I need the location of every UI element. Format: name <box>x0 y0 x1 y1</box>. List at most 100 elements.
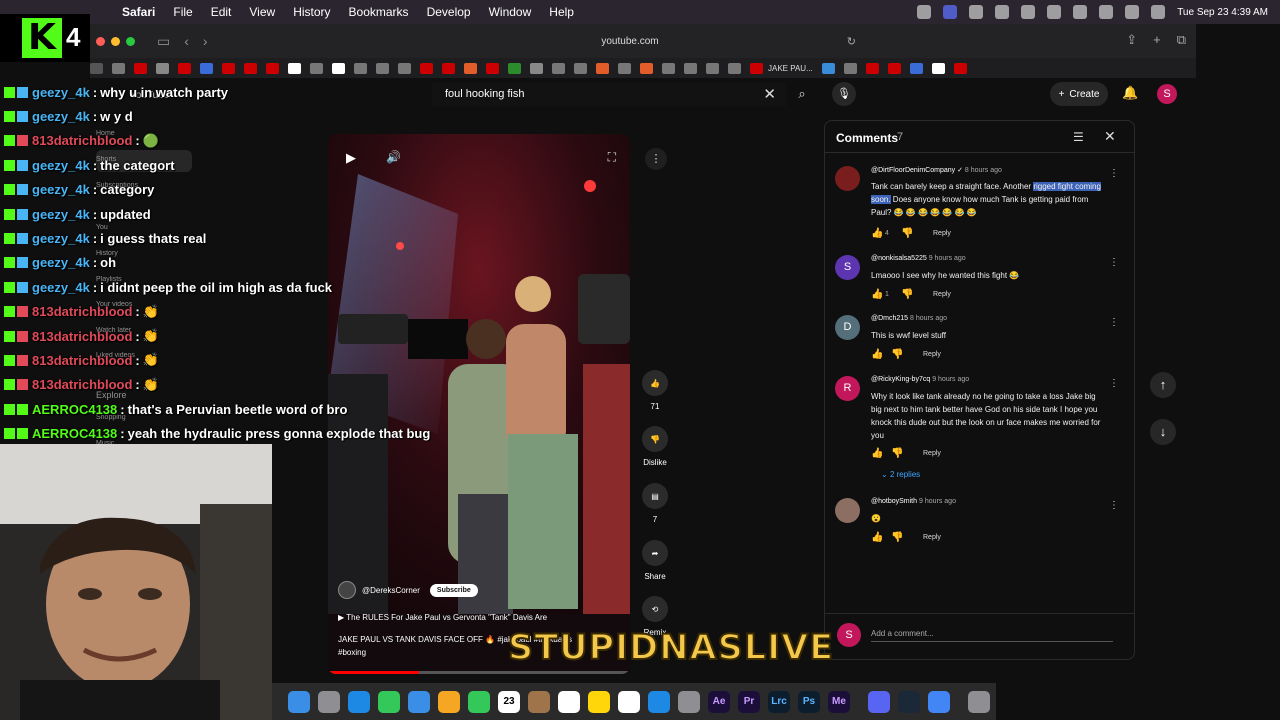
favorite-icon[interactable] <box>464 62 477 74</box>
close-window-button[interactable] <box>96 36 105 46</box>
dock-photos-icon[interactable] <box>438 690 460 713</box>
status-icon[interactable] <box>995 5 1010 19</box>
favorite-icon[interactable] <box>865 62 879 74</box>
forward-icon[interactable]: › <box>203 33 208 49</box>
favorite-icon[interactable] <box>706 62 719 74</box>
favorite-icon[interactable] <box>843 62 857 74</box>
favorite-icon[interactable] <box>244 62 257 74</box>
dock-media-encoder-icon[interactable]: Me <box>828 690 850 713</box>
favorite-icon[interactable] <box>662 62 675 74</box>
menu-file[interactable]: File <box>173 5 192 19</box>
reply-button[interactable]: Reply <box>933 230 951 237</box>
battery-icon[interactable] <box>1073 5 1088 19</box>
clear-search-icon[interactable]: ✕ <box>763 85 776 103</box>
favorite-icon[interactable] <box>618 62 631 74</box>
menu-bookmarks[interactable]: Bookmarks <box>349 5 409 19</box>
favorite-icon[interactable] <box>486 62 499 74</box>
menu-window[interactable]: Window <box>489 5 532 19</box>
dock-photoshop-icon[interactable]: Ps <box>798 690 820 713</box>
dock-app-icon[interactable] <box>528 690 550 713</box>
favorite-icon[interactable] <box>574 62 587 74</box>
dock-calendar-icon[interactable]: 23 <box>498 690 520 713</box>
next-video-button[interactable]: ↓ <box>1150 419 1176 445</box>
like-icon[interactable]: 👍 <box>871 448 885 459</box>
dock-facetime-icon[interactable] <box>468 690 490 713</box>
dock-freeform-icon[interactable] <box>618 690 640 713</box>
comment-author[interactable]: @hotboySmith <box>871 498 917 505</box>
view-replies-button[interactable]: ⌄ 2 replies <box>881 470 920 479</box>
favorite-icon[interactable] <box>750 62 763 74</box>
tab-overview-icon[interactable]: ⧉ <box>1177 32 1186 48</box>
dock-trash-icon[interactable] <box>968 690 990 713</box>
like-icon[interactable]: 👍 <box>871 289 885 300</box>
dock-messages-icon[interactable] <box>378 690 400 713</box>
address-bar[interactable]: youtube.com ↻ <box>390 30 870 52</box>
create-button[interactable]: + Create <box>1050 82 1108 106</box>
play-icon[interactable] <box>1047 5 1062 19</box>
subscribe-button[interactable]: Subscribe <box>429 583 478 597</box>
favorite-icon[interactable] <box>90 62 103 74</box>
dislike-icon[interactable]: 👎 <box>891 349 905 360</box>
favorite-icon[interactable] <box>821 62 835 74</box>
comment-menu-icon[interactable]: ⋮ <box>1109 257 1119 268</box>
comment-author[interactable]: @nonkisalsa5225 <box>871 255 927 262</box>
minimize-window-button[interactable] <box>111 36 120 46</box>
menu-help[interactable]: Help <box>549 5 574 19</box>
comment-author[interactable]: @DirtFloorDenimCompany <box>871 167 955 174</box>
dock-settings-icon[interactable] <box>678 690 700 713</box>
dock-premiere-icon[interactable]: Pr <box>738 690 760 713</box>
zoom-window-button[interactable] <box>126 36 135 46</box>
related-video-link[interactable]: ▶ The RULES For Jake Paul vs Gervonta "T… <box>338 613 547 622</box>
comment-menu-icon[interactable]: ⋮ <box>1109 317 1119 328</box>
share-icon[interactable]: ⇪ <box>1126 32 1137 48</box>
comment-menu-icon[interactable]: ⋮ <box>1109 378 1119 389</box>
favorite-icon[interactable] <box>442 62 455 74</box>
favorite-icon[interactable] <box>684 62 697 74</box>
search-button[interactable]: ⌕ <box>788 82 816 106</box>
favorite-icon[interactable] <box>310 62 323 74</box>
comment-avatar[interactable] <box>835 498 860 523</box>
dislike-icon[interactable]: 👎 <box>901 289 915 300</box>
menu-view[interactable]: View <box>249 5 275 19</box>
more-options-icon[interactable]: ⋮ <box>645 148 667 170</box>
favorite-icon[interactable] <box>552 62 565 74</box>
screen-record-icon[interactable] <box>943 5 958 19</box>
reply-button[interactable]: Reply <box>933 291 951 298</box>
menu-history[interactable]: History <box>293 5 330 19</box>
favorite-icon[interactable] <box>266 62 279 74</box>
reply-button[interactable]: Reply <box>923 351 941 358</box>
comment-avatar[interactable]: D <box>835 315 860 340</box>
share-button[interactable]: ➦ Share <box>634 540 676 581</box>
dock-finder-icon[interactable] <box>288 690 310 713</box>
favorite-icon[interactable] <box>420 62 433 74</box>
favorite-icon[interactable] <box>640 62 653 74</box>
menu-edit[interactable]: Edit <box>211 5 232 19</box>
dock-after-effects-icon[interactable]: Ae <box>708 690 730 713</box>
comment-author[interactable]: @Dmch215 <box>871 315 908 322</box>
channel-name[interactable]: @DereksCorner <box>362 586 420 595</box>
favorite-icon[interactable] <box>887 62 901 74</box>
dislike-button[interactable]: 👎 Dislike <box>634 426 676 467</box>
favorite-icon[interactable] <box>156 62 169 74</box>
search-input[interactable]: foul hooking fish ✕ <box>432 82 786 106</box>
favorite-icon[interactable] <box>728 62 741 74</box>
favorite-icon[interactable] <box>222 62 235 74</box>
favorite-icon[interactable] <box>909 62 923 74</box>
favorite-icon[interactable] <box>354 62 367 74</box>
like-icon[interactable]: 👍 <box>871 349 885 360</box>
status-icon[interactable] <box>917 5 932 19</box>
fullscreen-icon[interactable]: ⛶ <box>608 150 616 165</box>
dock-app-store-icon[interactable] <box>648 690 670 713</box>
like-icon[interactable]: 👍 <box>871 532 885 543</box>
previous-video-button[interactable]: ↑ <box>1150 372 1176 398</box>
dock-chrome-icon[interactable] <box>928 690 950 713</box>
favorite-icon[interactable] <box>508 62 521 74</box>
dock-steam-icon[interactable] <box>898 690 920 713</box>
like-button[interactable]: 👍 71 <box>634 370 676 411</box>
comments-button[interactable]: ▤ 7 <box>634 483 676 524</box>
menubar-clock[interactable]: Tue Sep 23 4:39 AM <box>1177 7 1268 18</box>
video-progress-bar[interactable] <box>328 671 630 674</box>
favorite-icon[interactable] <box>931 62 945 74</box>
comment-avatar[interactable] <box>835 166 860 191</box>
dislike-icon[interactable]: 👎 <box>891 448 905 459</box>
